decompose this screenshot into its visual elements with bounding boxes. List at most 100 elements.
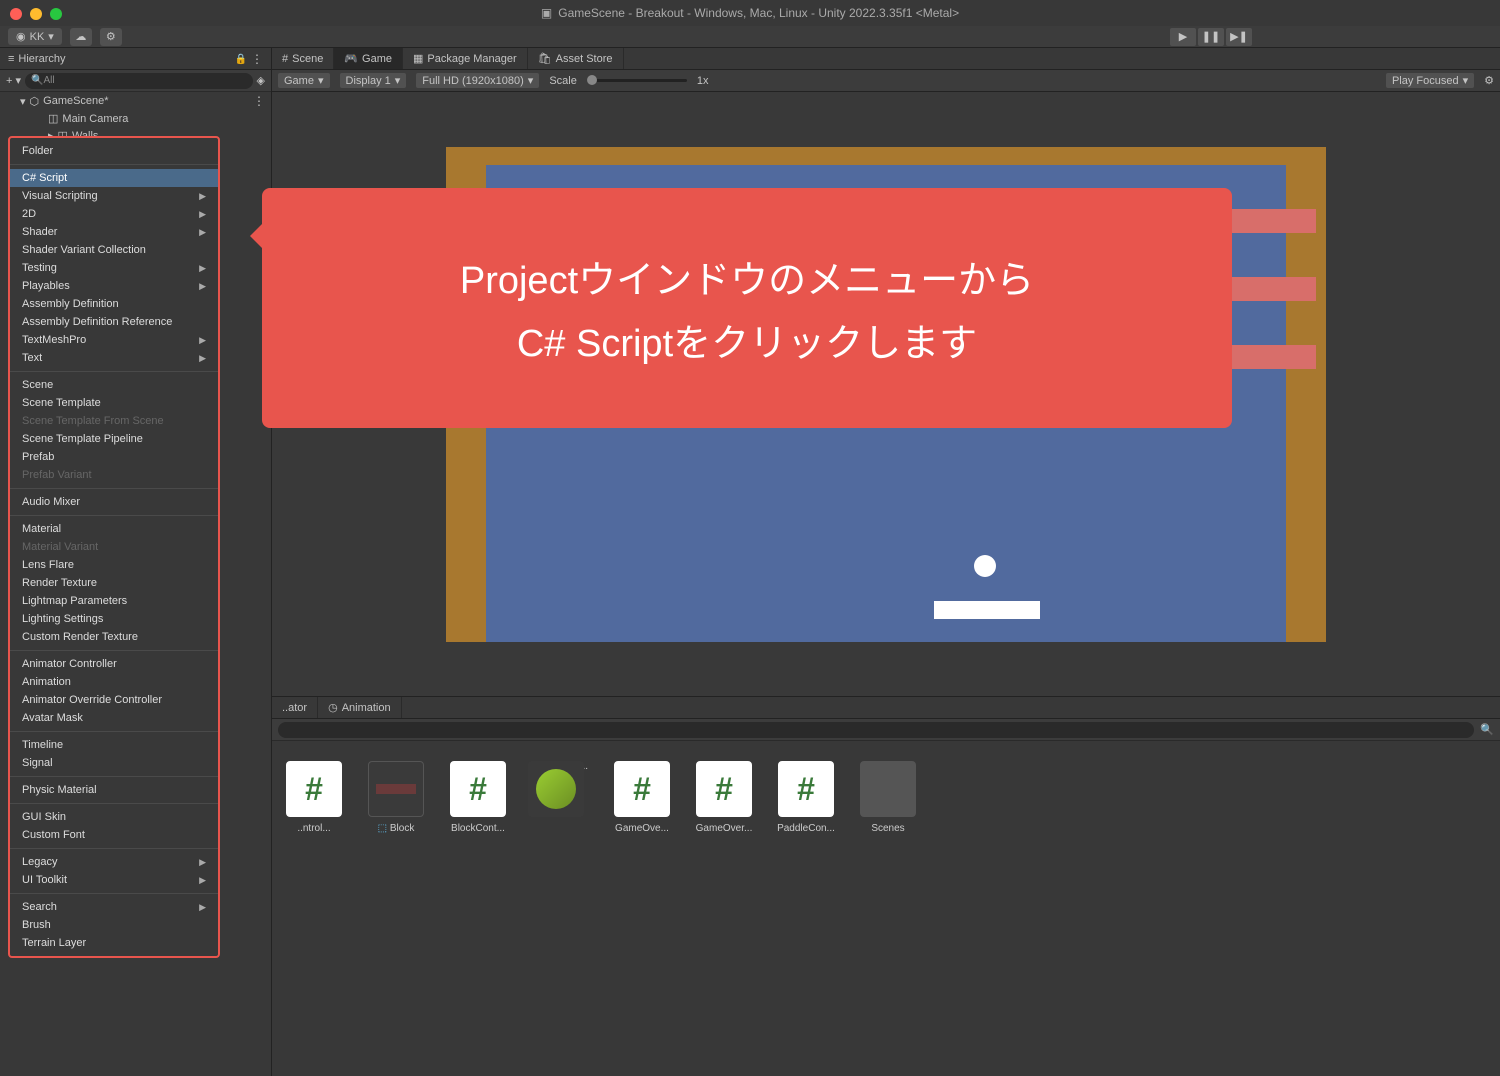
tab-asset-store[interactable]: 🛍Asset Store: [528, 48, 624, 69]
game-mode-dropdown[interactable]: Game▾: [278, 73, 330, 88]
menu-brush[interactable]: Brush: [10, 916, 218, 934]
menu-terrain-layer[interactable]: Terrain Layer: [10, 934, 218, 952]
play-focused-dropdown[interactable]: Play Focused▾: [1386, 73, 1474, 88]
hierarchy-icon: ≡: [8, 53, 14, 65]
script-icon: #: [614, 761, 670, 817]
asset-item[interactable]: #GameOve...: [610, 761, 674, 834]
resolution-dropdown[interactable]: Full HD (1920x1080)▾: [416, 73, 539, 88]
menu-shader-variant[interactable]: Shader Variant Collection: [10, 241, 218, 259]
gizmo-icon[interactable]: ⚙: [1484, 74, 1494, 87]
tab-animator[interactable]: ..ator: [272, 697, 318, 718]
title-text: GameScene - Breakout - Windows, Mac, Lin…: [558, 6, 959, 20]
chevron-right-icon: ▶: [199, 227, 206, 238]
asset-item[interactable]: #GameOver...: [692, 761, 756, 834]
chevron-right-icon: ▶: [199, 353, 206, 364]
menu-audio-mixer[interactable]: Audio Mixer: [10, 493, 218, 511]
display-dropdown[interactable]: Display 1▾: [340, 73, 407, 88]
menu-lens-flare[interactable]: Lens Flare: [10, 556, 218, 574]
lock-icon[interactable]: [235, 53, 247, 65]
asset-label: ⬚ Block: [364, 823, 428, 834]
search-icon: 🔍: [1480, 723, 1494, 736]
asset-item[interactable]: #PaddleCon...: [774, 761, 838, 834]
menu-folder[interactable]: Folder: [10, 142, 218, 160]
pause-button[interactable]: ❚❚: [1198, 28, 1224, 46]
slider-thumb[interactable]: [587, 75, 597, 85]
search-icon: 🔍: [31, 75, 43, 86]
menu-lightmap[interactable]: Lightmap Parameters: [10, 592, 218, 610]
menu-search[interactable]: Search▶: [10, 898, 218, 916]
brick: [1230, 277, 1316, 301]
chevron-right-icon: ▶: [199, 857, 206, 868]
menu-ui-toolkit[interactable]: UI Toolkit▶: [10, 871, 218, 889]
asset-item[interactable]: #..ntrol...: [282, 761, 346, 834]
scene-menu-icon[interactable]: [253, 94, 265, 108]
asset-label: GameOver...: [692, 823, 756, 834]
unity-icon: ⬡: [30, 95, 40, 108]
menu-assembly-definition[interactable]: Assembly Definition: [10, 295, 218, 313]
menu-timeline[interactable]: Timeline: [10, 736, 218, 754]
menu-textmeshpro[interactable]: TextMeshPro▶: [10, 331, 218, 349]
titlebar: ▣ GameScene - Breakout - Windows, Mac, L…: [0, 0, 1500, 26]
cloud-button[interactable]: ☁: [70, 28, 92, 46]
menu-text[interactable]: Text▶: [10, 349, 218, 367]
menu-custom-font[interactable]: Custom Font: [10, 826, 218, 844]
menu-gui-skin[interactable]: GUI Skin: [10, 808, 218, 826]
filter-icon[interactable]: ◈: [257, 74, 265, 87]
menu-csharp-script[interactable]: C# Script: [10, 169, 218, 187]
script-icon: #: [778, 761, 834, 817]
asset-item[interactable]: #BlockCont...: [446, 761, 510, 834]
settings-button[interactable]: ⚙: [100, 28, 122, 46]
scene-root[interactable]: ▾ ⬡ GameScene*: [0, 92, 271, 110]
menu-scene[interactable]: Scene: [10, 376, 218, 394]
project-search[interactable]: [278, 722, 1474, 738]
hierarchy-search[interactable]: 🔍 All: [25, 73, 253, 89]
expand-icon[interactable]: ▾: [20, 95, 26, 108]
menu-signal[interactable]: Signal: [10, 754, 218, 772]
menu-scene-template[interactable]: Scene Template: [10, 394, 218, 412]
panel-menu-icon[interactable]: [251, 52, 263, 66]
menu-material[interactable]: Material: [10, 520, 218, 538]
game-icon: 🎮: [344, 52, 358, 65]
menu-scene-template-pipeline[interactable]: Scene Template Pipeline: [10, 430, 218, 448]
asset-item[interactable]: BounceMa...: [528, 761, 592, 834]
chevron-down-icon: ▾: [395, 74, 401, 87]
menu-animation[interactable]: Animation: [10, 673, 218, 691]
create-dropdown[interactable]: + ▾: [6, 74, 21, 87]
window-close-button[interactable]: [10, 8, 22, 20]
tab-game[interactable]: 🎮Game: [334, 48, 403, 69]
menu-custom-render-texture[interactable]: Custom Render Texture: [10, 628, 218, 646]
step-button[interactable]: ▶❚: [1226, 28, 1252, 46]
callout-text-2: C# Scriptをクリックします: [517, 312, 977, 367]
menu-assembly-reference[interactable]: Assembly Definition Reference: [10, 313, 218, 331]
tab-animation[interactable]: ◷Animation: [318, 697, 402, 718]
chevron-down-icon: ▾: [318, 74, 324, 87]
tab-package-manager[interactable]: ▦Package Manager: [403, 48, 528, 69]
menu-render-texture[interactable]: Render Texture: [10, 574, 218, 592]
animation-icon: ◷: [328, 701, 338, 714]
menu-2d[interactable]: 2D▶: [10, 205, 218, 223]
menu-lighting-settings[interactable]: Lighting Settings: [10, 610, 218, 628]
asset-item[interactable]: ⬚ Block: [364, 761, 428, 834]
menu-animator-override[interactable]: Animator Override Controller: [10, 691, 218, 709]
scale-slider[interactable]: [587, 79, 687, 82]
menu-prefab[interactable]: Prefab: [10, 448, 218, 466]
menu-playables[interactable]: Playables▶: [10, 277, 218, 295]
window-minimize-button[interactable]: [30, 8, 42, 20]
chevron-right-icon: ▶: [199, 902, 206, 913]
asset-item[interactable]: Scenes: [856, 761, 920, 834]
menu-legacy[interactable]: Legacy▶: [10, 853, 218, 871]
menu-testing[interactable]: Testing▶: [10, 259, 218, 277]
menu-shader[interactable]: Shader▶: [10, 223, 218, 241]
tree-item[interactable]: ◫ Main Camera: [0, 110, 271, 127]
menu-physic-material[interactable]: Physic Material: [10, 781, 218, 799]
menu-avatar-mask[interactable]: Avatar Mask: [10, 709, 218, 727]
hierarchy-tab[interactable]: ≡ Hierarchy: [0, 48, 271, 70]
tab-scene[interactable]: #Scene: [272, 48, 334, 69]
brick: [1230, 209, 1316, 233]
play-button[interactable]: ▶: [1170, 28, 1196, 46]
window-maximize-button[interactable]: [50, 8, 62, 20]
menu-visual-scripting[interactable]: Visual Scripting▶: [10, 187, 218, 205]
create-context-menu: Folder C# Script Visual Scripting▶ 2D▶ S…: [8, 136, 220, 958]
account-menu[interactable]: ◉ KK ▾: [8, 28, 62, 45]
menu-animator-controller[interactable]: Animator Controller: [10, 655, 218, 673]
